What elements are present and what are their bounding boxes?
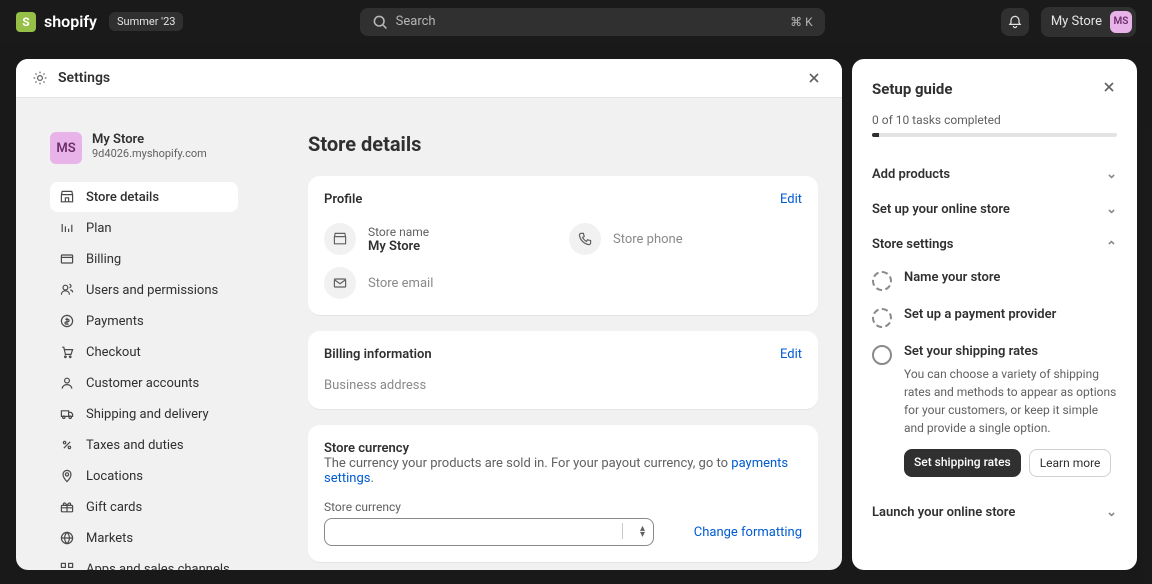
chevron-down-icon: ⌄ <box>1106 167 1117 182</box>
task-circle-icon <box>872 345 892 365</box>
close-icon <box>806 70 822 86</box>
subtask-name-store[interactable]: Name your store <box>872 262 1117 299</box>
plan-icon <box>58 219 76 237</box>
brand-name: shopify <box>44 12 97 31</box>
nav-customer-accounts[interactable]: Customer accounts <box>50 368 238 398</box>
task-online-store[interactable]: Set up your online store⌄ <box>872 192 1117 227</box>
store-domain: 9d4026.myshopify.com <box>92 147 207 160</box>
close-icon <box>1101 79 1117 95</box>
edition-badge: Summer '23 <box>109 12 183 31</box>
nav-checkout[interactable]: Checkout <box>50 337 238 367</box>
avatar: MS <box>50 132 82 164</box>
billing-icon <box>58 250 76 268</box>
store-name: My Store <box>92 132 207 147</box>
payments-icon <box>58 312 76 330</box>
store-icon <box>324 223 356 255</box>
search-input[interactable]: Search ⌘ K <box>360 8 825 36</box>
account-icon <box>58 374 76 392</box>
task-circle-icon <box>872 308 892 328</box>
notifications-button[interactable] <box>1001 8 1029 36</box>
business-address: Business address <box>324 378 802 393</box>
shopify-icon: S <box>16 12 36 32</box>
currency-description: The currency your products are sold in. … <box>324 456 802 486</box>
currency-card: Store currency The currency your product… <box>308 425 818 562</box>
location-icon <box>58 467 76 485</box>
currency-select[interactable]: ▴▾ <box>324 518 654 546</box>
taxes-icon <box>58 436 76 454</box>
email-icon <box>324 267 356 299</box>
store-menu[interactable]: My Store MS <box>1041 7 1136 37</box>
nav-apps[interactable]: Apps and sales channels <box>50 554 238 570</box>
progress-bar <box>872 133 1117 137</box>
set-shipping-button[interactable]: Set shipping rates <box>904 449 1021 477</box>
chevron-down-icon: ⌄ <box>1106 202 1117 217</box>
close-guide-button[interactable] <box>1101 79 1117 99</box>
nav-taxes[interactable]: Taxes and duties <box>50 430 238 460</box>
nav-payments[interactable]: Payments <box>50 306 238 336</box>
modal-title: Settings <box>58 70 110 86</box>
users-icon <box>58 281 76 299</box>
store-name-field: Store nameMy Store <box>324 223 557 255</box>
topbar-right: My Store MS <box>1001 7 1136 37</box>
setup-guide-panel: Setup guide 0 of 10 tasks completed Add … <box>852 59 1137 570</box>
avatar: MS <box>1110 11 1132 33</box>
change-formatting-button[interactable]: Change formatting <box>694 525 802 540</box>
subtask-shipping: Set your shipping rates You can choose a… <box>872 336 1117 485</box>
store-phone-field: Store phone <box>569 223 802 255</box>
nav-markets[interactable]: Markets <box>50 523 238 553</box>
learn-more-button[interactable]: Learn more <box>1029 449 1112 477</box>
bell-icon <box>1007 14 1023 30</box>
progress-text: 0 of 10 tasks completed <box>872 113 1117 127</box>
page-title: Store details <box>308 132 818 156</box>
store-icon <box>58 188 76 206</box>
chevron-updown-icon: ▴▾ <box>640 526 645 538</box>
store-email-field: Store email <box>324 267 557 299</box>
store-info: MS My Store 9d4026.myshopify.com <box>50 132 238 164</box>
search-icon <box>372 14 388 30</box>
task-launch[interactable]: Launch your online store⌄ <box>872 495 1117 530</box>
currency-field-label: Store currency <box>324 500 802 514</box>
guide-title: Setup guide <box>872 80 952 98</box>
settings-modal: Settings MS My Store 9d4026.myshopify.co… <box>16 59 842 570</box>
task-add-products[interactable]: Add products⌄ <box>872 157 1117 192</box>
gift-icon <box>58 498 76 516</box>
nav-users[interactable]: Users and permissions <box>50 275 238 305</box>
edit-billing-button[interactable]: Edit <box>780 347 802 362</box>
globe-icon <box>58 529 76 547</box>
settings-sidebar: MS My Store 9d4026.myshopify.com Store d… <box>16 98 248 570</box>
edit-profile-button[interactable]: Edit <box>780 192 802 207</box>
task-circle-icon <box>872 271 892 291</box>
currency-title: Store currency <box>324 441 802 456</box>
store-name: My Store <box>1051 14 1102 29</box>
nav-store-details[interactable]: Store details <box>50 182 238 212</box>
profile-title: Profile <box>324 192 362 207</box>
apps-icon <box>58 560 76 570</box>
search-shortcut: ⌘ K <box>790 15 813 29</box>
nav-shipping[interactable]: Shipping and delivery <box>50 399 238 429</box>
task-store-settings[interactable]: Store settings⌄ <box>872 227 1117 262</box>
settings-nav: Store details Plan Billing Users and per… <box>50 182 238 570</box>
close-button[interactable] <box>802 66 826 90</box>
billing-title: Billing information <box>324 347 432 362</box>
nav-gift-cards[interactable]: Gift cards <box>50 492 238 522</box>
nav-plan[interactable]: Plan <box>50 213 238 243</box>
search-placeholder: Search <box>396 14 436 29</box>
chevron-down-icon: ⌄ <box>1106 505 1117 520</box>
modal-header: Settings <box>16 59 842 98</box>
gear-icon <box>32 70 48 86</box>
billing-card: Billing information Edit Business addres… <box>308 331 818 409</box>
chevron-up-icon: ⌄ <box>1106 237 1117 252</box>
nav-locations[interactable]: Locations <box>50 461 238 491</box>
brand-logo[interactable]: S shopify <box>16 12 97 32</box>
checkout-icon <box>58 343 76 361</box>
profile-card: Profile Edit Store nameMy Store Store ph… <box>308 176 818 315</box>
shipping-description: You can choose a variety of shipping rat… <box>904 365 1117 437</box>
main-content: Store details Profile Edit Store nameMy … <box>248 98 842 570</box>
nav-billing[interactable]: Billing <box>50 244 238 274</box>
topbar: S shopify Summer '23 Search ⌘ K My Store… <box>0 0 1152 43</box>
subtask-payment[interactable]: Set up a payment provider <box>872 299 1117 336</box>
phone-icon <box>569 223 601 255</box>
shipping-icon <box>58 405 76 423</box>
